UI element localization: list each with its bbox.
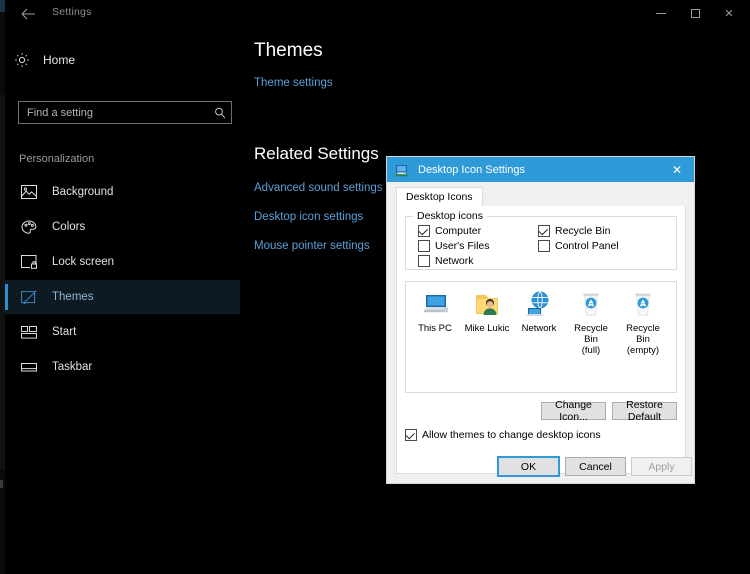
dialog-title: Desktop Icon Settings	[418, 163, 526, 176]
checkbox-network[interactable]: Network	[418, 255, 474, 267]
preview-icon-caption: This PC	[418, 323, 452, 334]
checkbox-label: Allow themes to change desktop icons	[422, 429, 601, 441]
maximize-icon[interactable]	[678, 0, 712, 27]
sidebar-item-label: Colors	[52, 221, 86, 233]
selection-indicator	[5, 215, 8, 239]
desktop-icons-group: Desktop icons Computer User's Files Netw…	[405, 210, 677, 270]
user-folder-icon	[471, 288, 503, 320]
preview-icon-recycle-bin-empty[interactable]: Recycle Bin (empty)	[618, 288, 668, 356]
checkbox-box[interactable]	[418, 255, 430, 267]
desktop-icon-settings-dialog: Desktop Icon Settings ✕ Desktop Icons De…	[386, 156, 695, 484]
tab-desktop-icons[interactable]: Desktop Icons	[396, 187, 483, 208]
background-window-edge-lower	[0, 480, 3, 488]
close-icon[interactable]: ✕	[712, 0, 746, 27]
sidebar-item-colors[interactable]: Colors	[5, 210, 240, 244]
settings-title: Settings	[52, 6, 92, 18]
sidebar-item-themes[interactable]: Themes	[5, 280, 240, 314]
restore-default-button[interactable]: Restore Default	[612, 399, 677, 423]
related-settings-title: Related Settings	[254, 144, 379, 163]
sidebar-item-start[interactable]: Start	[5, 315, 240, 349]
checkbox-control-panel[interactable]: Control Panel	[538, 240, 619, 252]
sidebar-item-background[interactable]: Background	[5, 175, 240, 209]
dialog-body: Desktop Icons Desktop icons Computer Use…	[387, 182, 694, 483]
minimize-icon[interactable]	[644, 0, 678, 27]
preview-icon-caption: Recycle Bin (full)	[574, 323, 608, 356]
selection-indicator	[5, 250, 8, 274]
dialog-footer: OK Cancel Apply	[387, 451, 694, 483]
checkbox-box[interactable]	[538, 225, 550, 237]
sidebar-item-label: Background	[52, 186, 114, 198]
search-icon[interactable]	[209, 102, 231, 123]
group-legend: Desktop icons	[413, 210, 487, 222]
checkbox-computer[interactable]: Computer	[418, 225, 481, 237]
settings-sidebar: Home Personalization Backgrou	[5, 27, 240, 574]
sidebar-item-label: Themes	[52, 291, 94, 303]
recycle-bin-full-icon	[575, 288, 607, 320]
preview-icon-this-pc[interactable]: This PC	[410, 288, 460, 356]
sidebar-home-label: Home	[43, 53, 76, 67]
recycle-bin-empty-icon	[627, 288, 659, 320]
checkbox-box[interactable]	[405, 429, 417, 441]
apply-button: Apply	[631, 457, 692, 476]
preview-icon-user-files[interactable]: Mike Lukic	[462, 288, 512, 356]
link-theme-settings[interactable]: Theme settings	[254, 77, 333, 89]
preview-icon-caption: Recycle Bin (empty)	[626, 323, 660, 356]
preview-icon-network[interactable]: Network	[514, 288, 564, 356]
start-icon	[20, 323, 38, 341]
checkbox-label: Control Panel	[555, 240, 619, 252]
checkbox-label: Recycle Bin	[555, 225, 611, 237]
close-icon[interactable]: ✕	[660, 157, 694, 182]
sidebar-item-label: Start	[52, 326, 77, 338]
sidebar-item-home[interactable]: Home	[14, 47, 214, 73]
checkbox-label: User's Files	[435, 240, 490, 252]
sidebar-group-title: Personalization	[19, 153, 95, 165]
network-icon	[523, 288, 555, 320]
brush-icon	[20, 288, 38, 306]
selection-indicator	[5, 320, 8, 344]
dialog-titlebar: Desktop Icon Settings ✕	[387, 157, 694, 182]
selection-indicator	[5, 284, 8, 310]
link-advanced-sound-settings[interactable]: Advanced sound settings	[254, 182, 383, 194]
image-icon	[20, 183, 38, 201]
palette-icon	[20, 218, 38, 236]
selection-indicator	[5, 180, 8, 204]
icon-preview-row: This PC Mike Lukic Network Recycle Bin (…	[410, 288, 668, 356]
sidebar-item-label: Lock screen	[52, 256, 115, 268]
sidebar-item-taskbar[interactable]: Taskbar	[5, 350, 240, 384]
monitor-icon	[394, 162, 410, 178]
preview-icon-recycle-bin-full[interactable]: Recycle Bin (full)	[566, 288, 616, 356]
checkbox-label: Network	[435, 255, 474, 267]
computer-icon	[419, 288, 451, 320]
preview-icon-caption: Network	[521, 323, 557, 334]
icon-preview-box[interactable]: This PC Mike Lukic Network Recycle Bin (…	[405, 281, 677, 393]
back-arrow-icon[interactable]	[13, 2, 43, 26]
search-box[interactable]	[18, 101, 232, 124]
gear-icon	[14, 52, 30, 68]
link-mouse-pointer-settings[interactable]: Mouse pointer settings	[254, 240, 370, 252]
ok-button[interactable]: OK	[497, 456, 560, 477]
search-input[interactable]	[19, 106, 209, 119]
checkbox-label: Computer	[435, 225, 482, 237]
cancel-button[interactable]: Cancel	[565, 457, 626, 476]
dialog-tabstrip: Desktop Icons	[396, 187, 686, 208]
link-desktop-icon-settings[interactable]: Desktop icon settings	[254, 211, 363, 223]
taskbar-icon	[20, 358, 38, 376]
preview-icon-caption: Mike Lukic	[464, 323, 510, 334]
tab-panel-desktop-icons: Desktop icons Computer User's Files Netw…	[396, 206, 686, 474]
settings-titlebar: Settings ✕	[5, 0, 750, 27]
lockscreen-icon	[20, 253, 38, 271]
checkbox-box[interactable]	[418, 225, 430, 237]
sidebar-item-lock-screen[interactable]: Lock screen	[5, 245, 240, 279]
checkbox-box[interactable]	[418, 240, 430, 252]
page-title: Themes	[254, 40, 323, 61]
checkbox-users-files[interactable]: User's Files	[418, 240, 490, 252]
checkbox-recycle-bin[interactable]: Recycle Bin	[538, 225, 610, 237]
checkbox-allow-themes-change-icons[interactable]: Allow themes to change desktop icons	[405, 429, 601, 441]
selection-indicator	[5, 355, 8, 379]
sidebar-item-label: Taskbar	[52, 361, 93, 373]
checkbox-box[interactable]	[538, 240, 550, 252]
change-icon-button[interactable]: Change Icon...	[541, 399, 606, 423]
